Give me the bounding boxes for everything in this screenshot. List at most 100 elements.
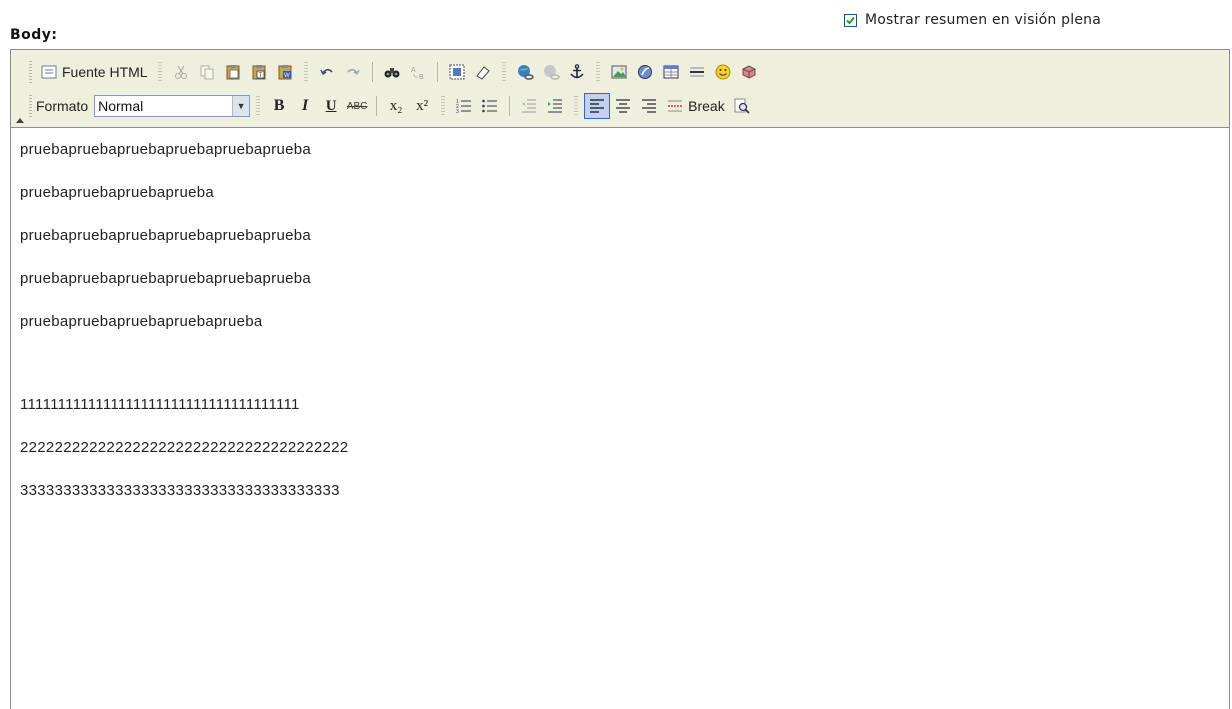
align-left-button[interactable]	[584, 93, 611, 119]
toolbar-separator	[436, 62, 438, 82]
paste-icon	[226, 65, 240, 80]
format-select[interactable]: Normal ▼	[94, 95, 251, 117]
toolbar-separator	[595, 62, 600, 82]
paste-text-icon: T	[252, 65, 266, 80]
remove-format-button[interactable]	[470, 59, 496, 85]
align-right-icon	[642, 99, 657, 113]
bold-button[interactable]: B	[266, 93, 292, 119]
show-summary-checkbox[interactable]	[844, 13, 857, 27]
special-char-icon	[742, 65, 756, 79]
horizontal-rule-icon	[689, 67, 704, 77]
content-line: pruebapruebapruebaprueba	[20, 184, 215, 201]
superscript-button[interactable]: x²	[409, 93, 435, 119]
anchor-button[interactable]	[564, 59, 590, 85]
paste-text-button[interactable]: T	[246, 59, 272, 85]
svg-text:B: B	[419, 74, 424, 81]
underline-icon: U	[325, 97, 337, 114]
toolbar-separator	[303, 62, 308, 82]
flash-icon	[637, 65, 652, 79]
page-break-icon	[668, 100, 683, 112]
preview-magnifier-icon	[734, 98, 750, 114]
underline-button[interactable]: U	[318, 93, 344, 119]
rich-text-editor: Fuente HTML T W AB Formato Normal ▼ B I …	[10, 49, 1230, 709]
strikethrough-button[interactable]: ABC	[344, 93, 370, 119]
toolbar-row-1: Fuente HTML T W AB	[11, 56, 762, 88]
insert-image-button[interactable]	[606, 59, 632, 85]
numbered-list-icon: 123	[456, 99, 472, 115]
cut-button[interactable]	[168, 59, 194, 85]
binoculars-icon	[384, 68, 400, 78]
toolbar-separator	[157, 62, 162, 82]
content-line: pruebapruebapruebapruebaprueba	[20, 313, 263, 330]
scissors-icon	[174, 65, 187, 79]
insert-table-button[interactable]	[658, 59, 684, 85]
smiley-button[interactable]	[710, 59, 736, 85]
superscript-icon: x²	[416, 97, 429, 114]
undo-icon	[319, 68, 333, 76]
align-right-button[interactable]	[636, 93, 662, 119]
indent-button[interactable]	[542, 93, 568, 119]
globe-link-icon	[517, 65, 534, 80]
italic-icon: I	[302, 97, 309, 114]
find-button[interactable]	[379, 59, 405, 85]
italic-button[interactable]: I	[292, 93, 318, 119]
undo-button[interactable]	[314, 59, 340, 85]
insert-link-button[interactable]	[512, 59, 538, 85]
strikethrough-icon: ABC	[346, 100, 368, 112]
paste-word-icon: W	[278, 65, 292, 80]
preview-button[interactable]	[729, 93, 755, 119]
select-all-icon	[449, 64, 465, 80]
source-html-button[interactable]: Fuente HTML	[36, 59, 152, 85]
redo-button[interactable]	[340, 59, 366, 85]
svg-text:W: W	[284, 73, 290, 79]
toolbar-grip[interactable]	[29, 95, 32, 117]
toolbar-separator	[574, 96, 579, 116]
show-summary-label[interactable]: Mostrar resumen en visión plena	[865, 12, 1101, 28]
format-select-value: Normal	[98, 98, 144, 114]
outdent-button[interactable]	[516, 93, 542, 119]
toolbar-grip[interactable]	[29, 61, 32, 83]
horizontal-rule-button[interactable]	[684, 59, 710, 85]
paste-button[interactable]	[220, 59, 246, 85]
image-icon	[611, 65, 627, 79]
unlink-icon	[543, 65, 560, 80]
insert-flash-button[interactable]	[632, 59, 658, 85]
collapse-toolbar-icon[interactable]	[16, 118, 24, 123]
select-all-button[interactable]	[444, 59, 470, 85]
replace-button[interactable]: AB	[405, 59, 431, 85]
editor-content-area[interactable]: pruebapruebapruebapruebapruebaprueba pru…	[11, 128, 1229, 502]
numbered-list-button[interactable]: 123	[451, 93, 477, 119]
content-line: 22222222222222222222222222222222222222	[20, 439, 349, 456]
content-line: pruebapruebapruebapruebapruebaprueba	[20, 141, 312, 158]
indent-icon	[548, 99, 563, 113]
svg-text:T: T	[258, 73, 262, 79]
content-line	[20, 353, 1229, 373]
special-char-button[interactable]	[736, 59, 762, 85]
redo-icon	[347, 68, 360, 76]
toolbar-separator	[256, 96, 261, 116]
toolbar-separator	[501, 62, 506, 82]
editor-toolbar: Fuente HTML T W AB Formato Normal ▼ B I …	[11, 50, 1229, 128]
align-center-icon	[616, 99, 631, 113]
bulleted-list-icon	[482, 99, 498, 113]
align-center-button[interactable]	[610, 93, 636, 119]
bulleted-list-button[interactable]	[477, 93, 503, 119]
format-label: Formato	[36, 98, 89, 114]
smiley-icon	[715, 64, 731, 80]
copy-icon	[200, 65, 214, 80]
content-line: 3333333333333333333333333333333333333	[20, 482, 340, 499]
subscript-button[interactable]: x₂	[383, 93, 409, 119]
chevron-down-icon[interactable]: ▼	[232, 96, 250, 116]
toolbar-row-2: Formato Normal ▼ B I U ABC x₂ x² 123 Bre…	[11, 90, 755, 122]
page-break-button[interactable]: Break	[662, 93, 729, 119]
source-html-label: Fuente HTML	[62, 64, 148, 80]
body-field-label: Body:	[10, 27, 58, 43]
toolbar-separator	[441, 96, 446, 116]
svg-text:A: A	[411, 67, 416, 74]
unlink-button[interactable]	[538, 59, 564, 85]
bold-icon: B	[273, 97, 285, 114]
copy-button[interactable]	[194, 59, 220, 85]
paste-word-button[interactable]: W	[272, 59, 298, 85]
toolbar-separator	[371, 62, 373, 82]
content-line: pruebapruebapruebapruebapruebaprueba	[20, 270, 312, 287]
